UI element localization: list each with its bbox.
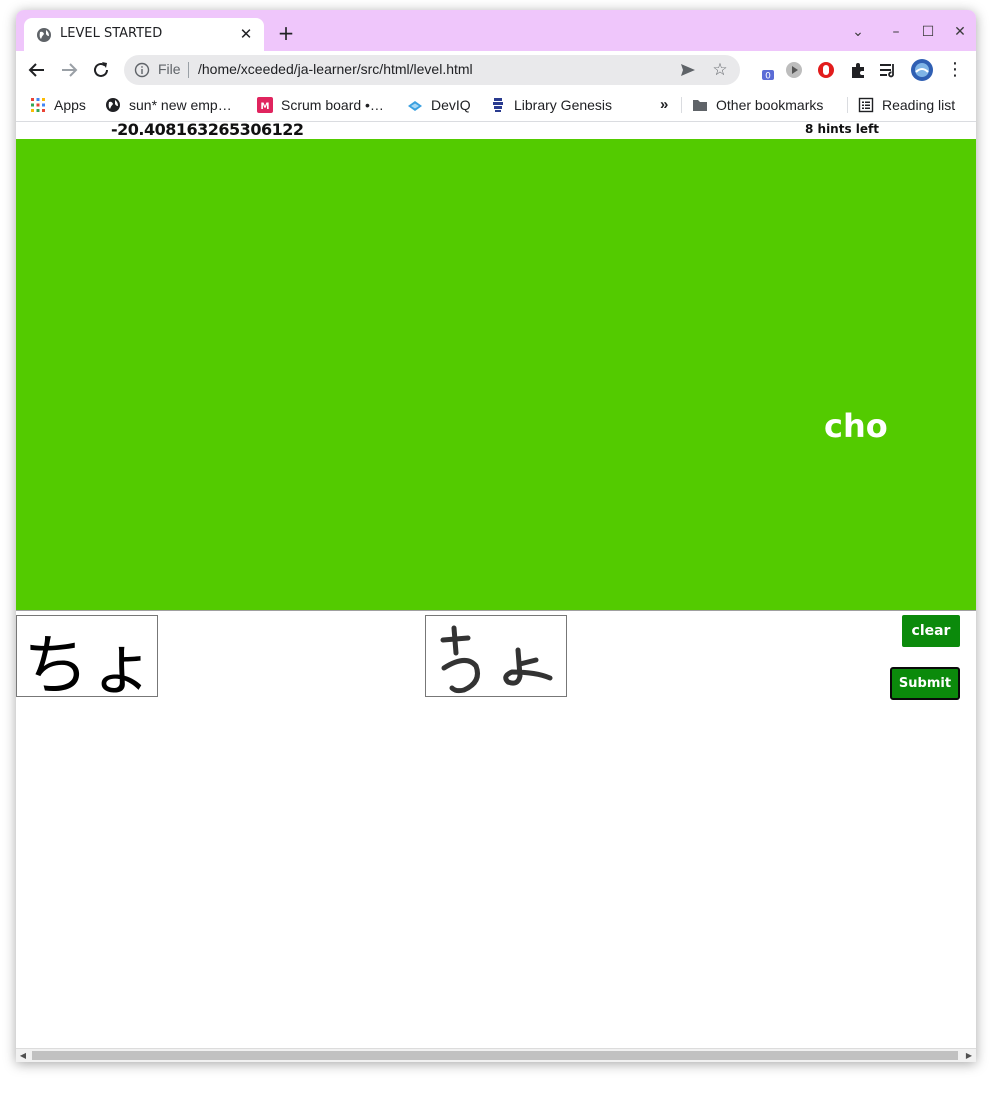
address-divider: [188, 62, 189, 78]
profile-avatar-icon[interactable]: [910, 58, 934, 82]
new-tab-button[interactable]: +: [274, 22, 298, 46]
bookmark-scrum-board[interactable]: M Scrum board •…: [257, 95, 384, 115]
game-stage: cho: [16, 139, 976, 611]
reload-icon[interactable]: [90, 59, 112, 81]
apps-grid-icon: [31, 98, 45, 112]
scrollbar-thumb[interactable]: [32, 1051, 958, 1060]
tab-search-icon[interactable]: ⌄: [846, 22, 870, 42]
menu-kebab-icon[interactable]: ⋮: [944, 59, 966, 81]
browser-toolbar: File /home/xceeded/ja-learner/src/html/l…: [16, 51, 976, 89]
extensions-puzzle-icon[interactable]: [848, 60, 868, 80]
hints-counter[interactable]: 8 hints left: [805, 122, 879, 136]
libgen-icon: [493, 98, 503, 112]
user-stroke-drawing: [440, 625, 553, 694]
adblock-icon[interactable]: [816, 60, 836, 80]
tab-title: LEVEL STARTED: [60, 26, 163, 41]
m-logo-icon: M: [257, 97, 273, 113]
folder-icon: [693, 100, 707, 111]
horizontal-scrollbar[interactable]: ◀ ▶: [16, 1048, 976, 1062]
extension-badge: 0: [765, 72, 771, 81]
forward-icon[interactable]: [58, 59, 80, 81]
globe-icon: [37, 28, 51, 42]
info-icon[interactable]: [134, 62, 150, 78]
bookmark-label: sun* new emp…: [129, 97, 232, 113]
back-icon[interactable]: [26, 59, 48, 81]
tab-close-icon[interactable]: ✕: [236, 24, 256, 44]
browser-tab[interactable]: LEVEL STARTED ✕: [24, 18, 264, 51]
submit-button[interactable]: Submit: [890, 667, 960, 700]
bookmark-label: Scrum board •…: [281, 97, 384, 113]
reading-list-icon: [858, 97, 874, 113]
bookmark-label: Library Genesis: [514, 97, 613, 113]
reference-kana-card: ちょ: [16, 615, 158, 697]
scroll-left-arrow-icon[interactable]: ◀: [18, 1051, 28, 1061]
bookmarks-overflow-button[interactable]: »: [660, 95, 668, 115]
globe-icon: [106, 98, 120, 112]
close-window-button[interactable]: ✕: [948, 22, 972, 42]
bookmark-label: Apps: [54, 97, 86, 113]
url-text[interactable]: /home/xceeded/ja-learner/src/html/level.…: [198, 61, 473, 77]
address-bar[interactable]: File /home/xceeded/ja-learner/src/html/l…: [124, 55, 740, 85]
media-play-icon[interactable]: [784, 60, 804, 80]
reference-kana-glyph: ちょ: [23, 627, 155, 696]
scroll-right-arrow-icon[interactable]: ▶: [964, 1051, 974, 1061]
bookmark-label: Other bookmarks: [716, 97, 824, 113]
browser-window: LEVEL STARTED ✕ + ⌄ – ☐ ✕ File /home/xce…: [16, 10, 976, 1062]
bookmark-apps[interactable]: Apps: [30, 95, 86, 115]
title-bar: LEVEL STARTED ✕ + ⌄ – ☐ ✕: [16, 10, 976, 51]
drawing-canvas[interactable]: [425, 615, 567, 697]
media-queue-icon[interactable]: [878, 60, 898, 80]
clear-button[interactable]: clear: [902, 615, 960, 647]
scheme-label: File: [158, 61, 181, 77]
bookmarks-divider: [847, 97, 848, 113]
bookmark-other-bookmarks[interactable]: Other bookmarks: [692, 95, 823, 115]
minimize-button[interactable]: –: [884, 22, 908, 42]
page-content: -20.408163265306122 8 hints left cho ちょ …: [16, 120, 976, 1048]
bookmark-library-genesis[interactable]: Library Genesis: [490, 95, 612, 115]
deviq-icon: [408, 101, 422, 111]
romaji-prompt: cho: [824, 407, 888, 445]
bookmark-deviq[interactable]: DevIQ: [407, 95, 471, 115]
svg-text:ちょ: ちょ: [23, 627, 155, 696]
bookmark-label: DevIQ: [431, 97, 471, 113]
bookmark-star-icon[interactable]: ☆: [710, 60, 730, 80]
bookmarks-bar: Apps sun* new emp… M Scrum board •… DevI…: [16, 89, 976, 122]
reading-list-button[interactable]: Reading list: [858, 95, 955, 115]
svg-text:M: M: [261, 102, 270, 112]
bookmark-sun-new-emp[interactable]: sun* new emp…: [105, 95, 232, 115]
send-tab-icon[interactable]: [678, 60, 698, 80]
bookmark-label: Reading list: [882, 97, 956, 113]
bookmarks-divider: [681, 97, 682, 113]
maximize-button[interactable]: ☐: [916, 22, 940, 42]
score-value: -20.408163265306122: [111, 120, 304, 139]
extension-counter-icon[interactable]: 0: [754, 60, 774, 80]
